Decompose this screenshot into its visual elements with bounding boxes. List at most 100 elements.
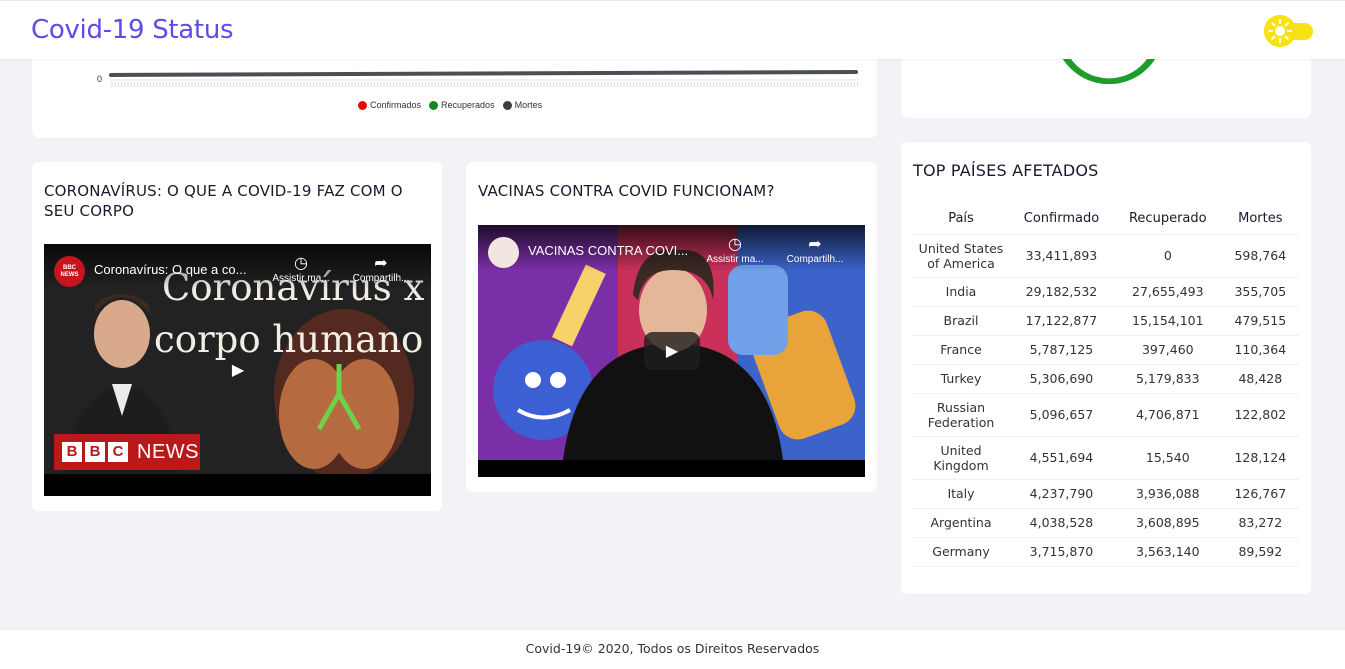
logo-letter: B bbox=[85, 442, 105, 462]
legend-item[interactable]: Mortes bbox=[502, 100, 543, 110]
series-line-mortes bbox=[109, 70, 858, 77]
confirmed-cell: 33,411,893 bbox=[1009, 234, 1114, 278]
table-row: India 29,182,532 27,655,493 355,705 bbox=[913, 277, 1299, 307]
app-title[interactable]: Covid-19 Status bbox=[31, 15, 234, 45]
share-icon: ➦ bbox=[374, 255, 388, 272]
country-cell: Russian Federation bbox=[913, 393, 1009, 437]
watch-later-label: Assistir ma... bbox=[706, 254, 764, 265]
chart-legend: Confirmados Recuperados Mortes bbox=[358, 100, 542, 110]
column-header[interactable]: Mortes bbox=[1221, 204, 1299, 235]
column-header[interactable]: País bbox=[913, 204, 1009, 235]
channel-avatar-icon[interactable] bbox=[488, 237, 519, 268]
deaths-cell: 355,705 bbox=[1221, 277, 1299, 307]
share-label: Compartilh... bbox=[352, 273, 410, 284]
share-button[interactable]: ➦ Compartilh... bbox=[346, 255, 416, 284]
legend-dot bbox=[502, 100, 512, 110]
watch-later-button[interactable]: ◷ Assistir ma... bbox=[700, 236, 770, 265]
logo-letter: C bbox=[108, 442, 128, 462]
legend-item[interactable]: Confirmados bbox=[358, 100, 421, 110]
table-header-row: País Confirmado Recuperado Mortes bbox=[913, 204, 1299, 235]
confirmed-cell: 29,182,532 bbox=[1009, 277, 1114, 307]
table-row: United Kingdom 4,551,694 15,540 128,124 bbox=[913, 436, 1299, 480]
recovered-cell: 4,706,871 bbox=[1113, 393, 1222, 437]
sun-icon bbox=[1264, 15, 1296, 47]
donut-slice bbox=[1061, 56, 1157, 85]
legend-dot bbox=[358, 100, 367, 110]
deaths-cell: 126,767 bbox=[1221, 479, 1299, 509]
logo-letter: B bbox=[62, 442, 82, 462]
logo-word: NEWS bbox=[137, 440, 199, 463]
confirmed-cell: 4,038,528 bbox=[1009, 508, 1114, 538]
legend-dot bbox=[429, 100, 439, 110]
footer: Covid-19© 2020, Todos os Direitos Reserv… bbox=[0, 630, 1345, 669]
video-heading: VACINAS CONTRA COVID FUNCIONAM? bbox=[478, 182, 775, 200]
footer-text: Covid-19© 2020, Todos os Direitos Reserv… bbox=[525, 641, 820, 656]
table-row: Germany 3,715,870 3,563,140 89,592 bbox=[913, 537, 1299, 567]
recovered-cell: 0 bbox=[1113, 234, 1222, 278]
country-cell: United States of America bbox=[913, 234, 1009, 278]
recovered-cell: 15,540 bbox=[1113, 436, 1222, 480]
legend-label: Mortes bbox=[514, 100, 543, 110]
confirmed-cell: 4,551,694 bbox=[1009, 436, 1114, 480]
confirmed-cell: 5,787,125 bbox=[1009, 335, 1114, 365]
column-header[interactable]: Recuperado bbox=[1113, 204, 1222, 235]
video-title[interactable]: Coronavírus: O que a co... bbox=[94, 262, 246, 277]
recovered-cell: 5,179,833 bbox=[1113, 364, 1222, 394]
recovered-cell: 3,563,140 bbox=[1113, 537, 1222, 567]
legend-label: Confirmados bbox=[370, 100, 422, 110]
confirmed-cell: 5,096,657 bbox=[1009, 393, 1114, 437]
country-cell: Germany bbox=[913, 537, 1009, 567]
table-row: United States of America 33,411,893 0 598,7… bbox=[913, 234, 1299, 278]
channel-avatar-label: BBC NEWS bbox=[60, 264, 79, 278]
watch-later-button[interactable]: ◷ Assistir ma... bbox=[266, 255, 336, 284]
play-icon[interactable]: ▶ bbox=[210, 351, 266, 389]
top-navbar: Covid-19 Status bbox=[0, 0, 1345, 59]
deaths-cell: 598,764 bbox=[1221, 234, 1299, 278]
table-row: Argentina 4,038,528 3,608,895 83,272 bbox=[913, 508, 1299, 538]
recovered-cell: 397,460 bbox=[1113, 335, 1222, 365]
table-body: United States of America 33,411,893 0 598,7… bbox=[913, 234, 1299, 567]
table-row: Turkey 5,306,690 5,179,833 48,428 bbox=[913, 364, 1299, 394]
deaths-cell: 83,272 bbox=[1221, 508, 1299, 538]
x-axis-ticks bbox=[110, 79, 859, 87]
youtube-player[interactable]: Coronavírus x corpo humano B B C NEWS BB… bbox=[44, 244, 431, 496]
y-tick-label: 0 bbox=[97, 74, 102, 84]
recovered-cell: 3,608,895 bbox=[1113, 508, 1222, 538]
legend-label: Recuperados bbox=[441, 100, 495, 110]
bbc-news-logo: B B C NEWS bbox=[54, 434, 200, 470]
deaths-cell: 479,515 bbox=[1221, 306, 1299, 336]
theme-toggle[interactable] bbox=[1264, 15, 1313, 47]
country-cell: Argentina bbox=[913, 508, 1009, 538]
column-header[interactable]: Confirmado bbox=[1009, 204, 1114, 235]
top-countries-title: TOP PAÍSES AFETADOS bbox=[913, 161, 1099, 180]
clock-icon: ◷ bbox=[728, 236, 742, 253]
deaths-cell: 128,124 bbox=[1221, 436, 1299, 480]
country-cell: France bbox=[913, 335, 1009, 365]
share-label: Compartilh... bbox=[786, 254, 844, 265]
play-icon[interactable]: ▶ bbox=[644, 332, 700, 370]
confirmed-cell: 4,237,790 bbox=[1009, 479, 1114, 509]
country-cell: Brazil bbox=[913, 306, 1009, 336]
table-row: France 5,787,125 397,460 110,364 bbox=[913, 335, 1299, 365]
country-cell: Italy bbox=[913, 479, 1009, 509]
recovered-cell: 15,154,101 bbox=[1113, 306, 1222, 336]
video-heading: CORONAVÍRUS: O QUE A COVID-19 FAZ COM O … bbox=[44, 182, 403, 220]
deaths-cell: 89,592 bbox=[1221, 537, 1299, 567]
country-cell: India bbox=[913, 277, 1009, 307]
clock-icon: ◷ bbox=[294, 255, 308, 272]
share-button[interactable]: ➦ Compartilh... bbox=[780, 236, 850, 265]
deaths-cell: 122,802 bbox=[1221, 393, 1299, 437]
confirmed-cell: 17,122,877 bbox=[1009, 306, 1114, 336]
legend-item[interactable]: Recuperados bbox=[429, 100, 495, 110]
thumbnail-caption-line2: corpo humano bbox=[154, 318, 424, 361]
table-row: Brazil 17,122,877 15,154,101 479,515 bbox=[913, 306, 1299, 336]
channel-avatar-icon[interactable]: BBC NEWS bbox=[54, 256, 85, 287]
share-icon: ➦ bbox=[808, 236, 822, 253]
video-card-vacinas: VACINAS CONTRA COVID FUNCIONAM? VACINAS … bbox=[466, 162, 877, 492]
youtube-player[interactable]: VACINAS CONTRA COVI... ◷ Assistir ma... … bbox=[478, 225, 865, 477]
country-cell: Turkey bbox=[913, 364, 1009, 394]
top-countries-card: TOP PAÍSES AFETADOS País Confirmado Recu… bbox=[901, 142, 1311, 594]
video-title[interactable]: VACINAS CONTRA COVI... bbox=[528, 243, 688, 258]
table-row: Italy 4,237,790 3,936,088 126,767 bbox=[913, 479, 1299, 509]
country-cell: United Kingdom bbox=[913, 436, 1009, 480]
